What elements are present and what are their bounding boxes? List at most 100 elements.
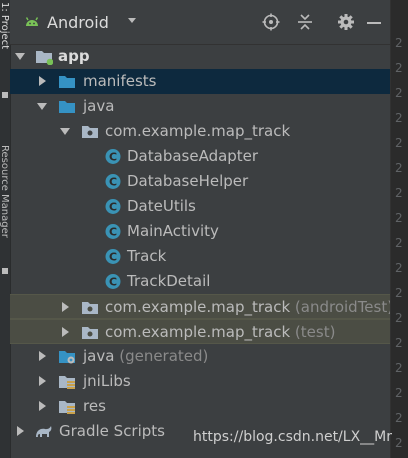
line-number: 2 (395, 236, 403, 250)
expanded-arrow-icon[interactable] (60, 126, 70, 136)
collapsed-arrow-icon[interactable] (15, 426, 25, 436)
tree-row-class[interactable]: C MainActivity (10, 219, 391, 244)
gear-icon[interactable] (337, 13, 355, 31)
tree-label-res: res (83, 397, 106, 415)
project-tree: app manifests java com.example.map_track… (10, 44, 393, 458)
svg-text:C: C (109, 176, 117, 189)
resource-tab-marker (2, 268, 8, 274)
generated-folder-icon (59, 351, 75, 364)
tree-row-class[interactable]: C TrackDetail (10, 269, 391, 294)
collapsed-arrow-icon[interactable] (37, 376, 47, 386)
tree-label-java: java (83, 97, 115, 115)
tree-label-java-generated: java (generated) (83, 347, 208, 365)
tree-label-manifests: manifests (83, 72, 157, 90)
view-selector-label[interactable]: Android (47, 13, 109, 32)
android-icon (25, 17, 39, 26)
svg-text:C: C (109, 276, 117, 289)
collapsed-arrow-icon[interactable] (60, 302, 70, 312)
tree-row-class[interactable]: C DatabaseAdapter (10, 144, 391, 169)
collapsed-arrow-icon[interactable] (37, 76, 47, 86)
line-number: 2 (395, 411, 403, 425)
source-folder-icon (59, 101, 75, 113)
collapsed-arrow-icon[interactable] (37, 401, 47, 411)
tree-row-class[interactable]: C DateUtils (10, 194, 391, 219)
resource-folder-icon (59, 401, 75, 414)
tree-label-package-android-test: com.example.map_track (androidTest) (105, 298, 393, 316)
class-icon: C (105, 199, 121, 214)
tree-label-package-test: com.example.map_track (test) (105, 323, 335, 341)
resource-manager-tool-tab[interactable]: Resource Manager (0, 145, 10, 238)
line-number: 2 (395, 211, 403, 225)
tree-row-package-main[interactable]: com.example.map_track (10, 119, 391, 144)
tree-row-app[interactable]: app (10, 44, 391, 69)
source-set-suffix: (test) (294, 323, 336, 341)
tree-label-class: DateUtils (127, 197, 196, 215)
line-number: 2 (395, 61, 403, 75)
tree-row-package-test[interactable]: com.example.map_track (test) (10, 319, 391, 344)
chevron-down-icon[interactable] (127, 15, 137, 25)
module-folder-icon (36, 51, 53, 65)
folder-name: java (83, 347, 115, 365)
expanded-arrow-icon[interactable] (37, 101, 47, 111)
line-number: 2 (395, 311, 403, 325)
tree-row-jnilibs[interactable]: jniLibs (10, 369, 391, 394)
tree-row-class[interactable]: C Track (10, 244, 391, 269)
project-panel-header: Android (10, 0, 391, 45)
gradle-icon (36, 426, 52, 437)
tree-row-java[interactable]: java (10, 94, 391, 119)
tree-row-java-generated[interactable]: java (generated) (10, 344, 391, 369)
tree-label-package-main: com.example.map_track (105, 122, 291, 140)
hide-panel-icon[interactable] (365, 13, 383, 31)
svg-text:C: C (109, 251, 117, 264)
folder-icon (59, 76, 75, 88)
line-number: 2 (395, 436, 403, 450)
svg-text:C: C (109, 151, 117, 164)
tree-label-gradle-scripts: Gradle Scripts (59, 422, 165, 440)
package-icon (82, 302, 98, 314)
line-number: 2 (395, 136, 403, 150)
svg-text:C: C (109, 201, 117, 214)
line-number: 2 (395, 36, 403, 50)
tree-label-jnilibs: jniLibs (83, 372, 131, 390)
package-name: com.example.map_track (105, 298, 291, 316)
line-number: 2 (395, 111, 403, 125)
class-icon: C (105, 249, 121, 264)
tree-label-class: DatabaseHelper (127, 172, 249, 190)
class-icon: C (105, 174, 121, 189)
tree-row-package-android-test[interactable]: com.example.map_track (androidTest) (10, 294, 393, 319)
tree-label-class: Track (127, 247, 167, 265)
tree-label-app: app (58, 47, 90, 65)
class-icon: C (105, 149, 121, 164)
tree-label-class: DatabaseAdapter (127, 147, 259, 165)
tree-label-class: MainActivity (127, 222, 219, 240)
locate-icon[interactable] (262, 13, 280, 31)
collapse-all-icon[interactable] (296, 13, 314, 31)
generated-suffix: (generated) (119, 347, 209, 365)
tree-label-class: TrackDetail (127, 272, 211, 290)
svg-text:C: C (109, 226, 117, 239)
project-tab-marker (2, 92, 8, 98)
line-number: 2 (395, 161, 403, 175)
package-name: com.example.map_track (105, 323, 291, 341)
line-number: 2 (395, 186, 403, 200)
line-number: 2 (395, 261, 403, 275)
tree-row-manifests[interactable]: manifests (10, 69, 391, 94)
class-icon: C (105, 224, 121, 239)
line-number: 2 (395, 386, 403, 400)
expanded-arrow-icon[interactable] (15, 51, 25, 61)
collapsed-arrow-icon[interactable] (60, 327, 70, 337)
tree-row-res[interactable]: res (10, 394, 391, 419)
package-icon (82, 126, 98, 138)
line-number: 2 (395, 336, 403, 350)
tree-row-class[interactable]: C DatabaseHelper (10, 169, 391, 194)
package-icon (82, 327, 98, 339)
collapsed-arrow-icon[interactable] (37, 351, 47, 361)
line-number: 2 (395, 286, 403, 300)
source-set-suffix: (androidTest) (294, 298, 394, 316)
class-icon: C (105, 274, 121, 289)
project-tool-tab[interactable]: 1: Project (0, 2, 10, 49)
library-folder-icon (59, 376, 75, 389)
editor-gutter: 2 2 2 2 2 2 2 2 2 2 2 2 2 2 2 2 2 (390, 0, 408, 458)
line-number: 2 (395, 86, 403, 100)
line-number: 2 (395, 361, 403, 375)
